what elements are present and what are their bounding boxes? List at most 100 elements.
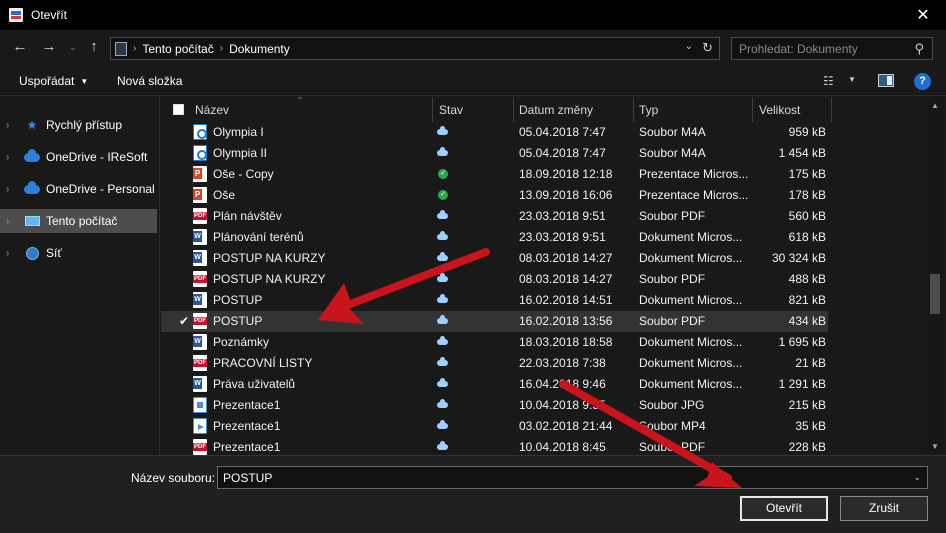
select-all-checkbox[interactable] (173, 104, 184, 115)
scroll-down-icon[interactable]: ▼ (931, 442, 939, 451)
up-arrow-icon[interactable]: ↑ (85, 38, 103, 56)
details-view-icon[interactable]: ☷ (823, 74, 839, 88)
chevron-down-icon[interactable]: ⌄ (913, 472, 921, 483)
file-name: Oše - Copy (213, 167, 274, 181)
chevron-right-icon[interactable]: › (6, 120, 18, 131)
cancel-button[interactable]: Zrušit (840, 496, 928, 521)
chevron-right-icon[interactable]: › (6, 184, 18, 195)
file-type: Dokument Micros... (639, 356, 743, 370)
file-size: 1 454 kB (778, 146, 826, 160)
chevron-right-icon[interactable]: › (6, 216, 18, 227)
file-date: 10.04.2018 8:45 (519, 440, 606, 454)
file-row[interactable]: Plánování terénů 23.03.2018 9:51 Dokument … (161, 227, 828, 248)
file-row[interactable]: POSTUP NA KURZY 08.03.2018 14:27 Dokument … (161, 248, 828, 269)
file-row[interactable]: Oše ✓ 13.09.2018 16:06 Prezentace Micros...… (161, 185, 828, 206)
doc-file-icon (193, 376, 207, 392)
back-arrow-icon[interactable]: ← (11, 38, 29, 56)
file-row[interactable]: Olympia I 05.04.2018 7:47 Soubor M4A 959 kB (161, 122, 828, 143)
filename-input[interactable] (218, 467, 898, 488)
cloud-status-icon (437, 210, 448, 219)
forward-arrow-icon[interactable]: → (40, 38, 58, 56)
file-row[interactable]: Plán návštěv 23.03.2018 9:51 Soubor PDF 560… (161, 206, 828, 227)
cloud-icon (24, 148, 40, 164)
help-icon[interactable]: ? (914, 73, 931, 90)
new-folder-button[interactable]: Nová složka (117, 74, 182, 88)
file-size: 488 kB (788, 272, 826, 286)
file-size: 1 291 kB (778, 377, 826, 391)
file-row[interactable]: POSTUP NA KURZY 08.03.2018 14:27 Soubor PD… (161, 269, 828, 290)
ppt-file-icon (193, 187, 207, 203)
search-input[interactable] (732, 38, 902, 59)
row-checkbox-checked-icon[interactable]: ✔ (179, 315, 191, 327)
file-row[interactable]: Prezentace1 10.04.2018 9:55 Soubor JPG 215 … (161, 395, 828, 416)
chevron-right-icon[interactable]: › (6, 248, 18, 259)
open-button[interactable]: Otevřít (740, 496, 828, 521)
scroll-up-icon[interactable]: ▲ (931, 101, 939, 110)
filename-combobox[interactable]: ⌄ (217, 466, 928, 489)
chevron-right-icon[interactable]: › (6, 152, 18, 163)
file-row[interactable]: POSTUP 16.02.2018 14:51 Dokument Micros...… (161, 290, 828, 311)
column-divider[interactable] (432, 97, 433, 122)
column-header-size[interactable]: Velikost (759, 103, 800, 117)
column-divider[interactable] (633, 97, 634, 122)
cloud-icon (24, 180, 40, 196)
cloud-status-icon (437, 420, 448, 429)
refresh-icon[interactable]: ↻ (702, 40, 713, 56)
caret-down-icon[interactable]: ▼ (848, 75, 856, 84)
cloud-status-icon (437, 126, 448, 135)
sidebar-item-network[interactable]: › Síť (0, 241, 157, 265)
file-size: 821 kB (788, 293, 826, 307)
scroll-thumb[interactable] (930, 274, 940, 314)
preview-pane-icon[interactable] (878, 74, 894, 87)
column-header-date[interactable]: Datum změny (519, 103, 593, 117)
breadcrumb-separator-icon: › (133, 43, 137, 54)
file-name: Prezentace1 (213, 398, 281, 412)
file-row[interactable]: Prezentace1 10.04.2018 8:45 Soubor PDF 228 … (161, 437, 828, 455)
app-icon (9, 8, 23, 22)
file-row[interactable]: Práva uživatelů 16.04.2018 9:46 Dokument M… (161, 374, 828, 395)
file-row[interactable]: Prezentace1 03.02.2018 21:44 Soubor MP4 35 … (161, 416, 828, 437)
file-row[interactable]: Olympia II 05.04.2018 7:47 Soubor M4A 1 454… (161, 143, 828, 164)
cloud-status-icon (437, 378, 448, 387)
doc-file-icon (193, 292, 207, 308)
chevron-down-icon[interactable]: ⌄ (685, 41, 693, 52)
column-header-type[interactable]: Typ (639, 103, 658, 117)
cloud-status-icon (437, 147, 448, 156)
breadcrumb-documents[interactable]: Dokumenty (229, 42, 290, 56)
vertical-scrollbar[interactable]: ▲ ▼ (927, 97, 944, 455)
file-date: 16.02.2018 14:51 (519, 293, 613, 307)
close-button[interactable]: ✕ (900, 0, 946, 30)
file-date: 16.02.2018 13:56 (519, 314, 613, 328)
file-size: 434 kB (788, 314, 826, 328)
column-header-name[interactable]: Název (195, 103, 229, 117)
dialog-footer: Název souboru: ⌄ Otevřít Zrušit (0, 455, 946, 533)
sidebar-item-this-pc[interactable]: › Tento počítač (0, 209, 157, 233)
sidebar-item-quick-access[interactable]: › ★ Rychlý přístup (0, 113, 157, 137)
doc-file-icon (193, 250, 207, 266)
cloud-status-icon (437, 399, 448, 408)
column-divider[interactable] (831, 97, 832, 122)
file-name: POSTUP (213, 293, 263, 307)
breadcrumb[interactable]: › Tento počítač › Dokumenty ⌄ ↻ (110, 37, 720, 60)
file-row[interactable]: Oše - Copy ✓ 18.09.2018 12:18 Prezentace Mi… (161, 164, 828, 185)
file-type: Soubor PDF (639, 314, 706, 328)
column-divider[interactable] (752, 97, 753, 122)
star-icon: ★ (26, 118, 38, 132)
file-name: Olympia I (213, 125, 264, 139)
breadcrumb-this-pc[interactable]: Tento počítač (142, 42, 213, 56)
file-row[interactable]: PRACOVNÍ LISTY 22.03.2018 7:38 Dokument Mi… (161, 353, 828, 374)
file-type: Soubor MP4 (639, 419, 706, 433)
sidebar-item-onedrive-personal[interactable]: › OneDrive - Personal (0, 177, 157, 201)
search-box[interactable]: ⚲ (731, 37, 933, 60)
breadcrumb-separator-icon: › (219, 43, 224, 54)
file-row[interactable]: ✔ POSTUP 16.02.2018 13:56 Soubor PDF 434 kB (161, 311, 828, 332)
recent-locations-chevron-icon[interactable]: ⌄ (64, 38, 82, 56)
column-header-status[interactable]: Stav (439, 103, 463, 117)
organize-button[interactable]: Uspořádat ▼ (19, 74, 88, 88)
search-icon[interactable]: ⚲ (914, 41, 924, 57)
computer-icon (24, 214, 40, 228)
jpg-file-icon (193, 397, 207, 413)
sidebar-item-onedrive-iresoft[interactable]: › OneDrive - IReSoft (0, 145, 157, 169)
column-divider[interactable] (513, 97, 514, 122)
file-row[interactable]: Poznámky 18.03.2018 18:58 Dokument Micros.… (161, 332, 828, 353)
